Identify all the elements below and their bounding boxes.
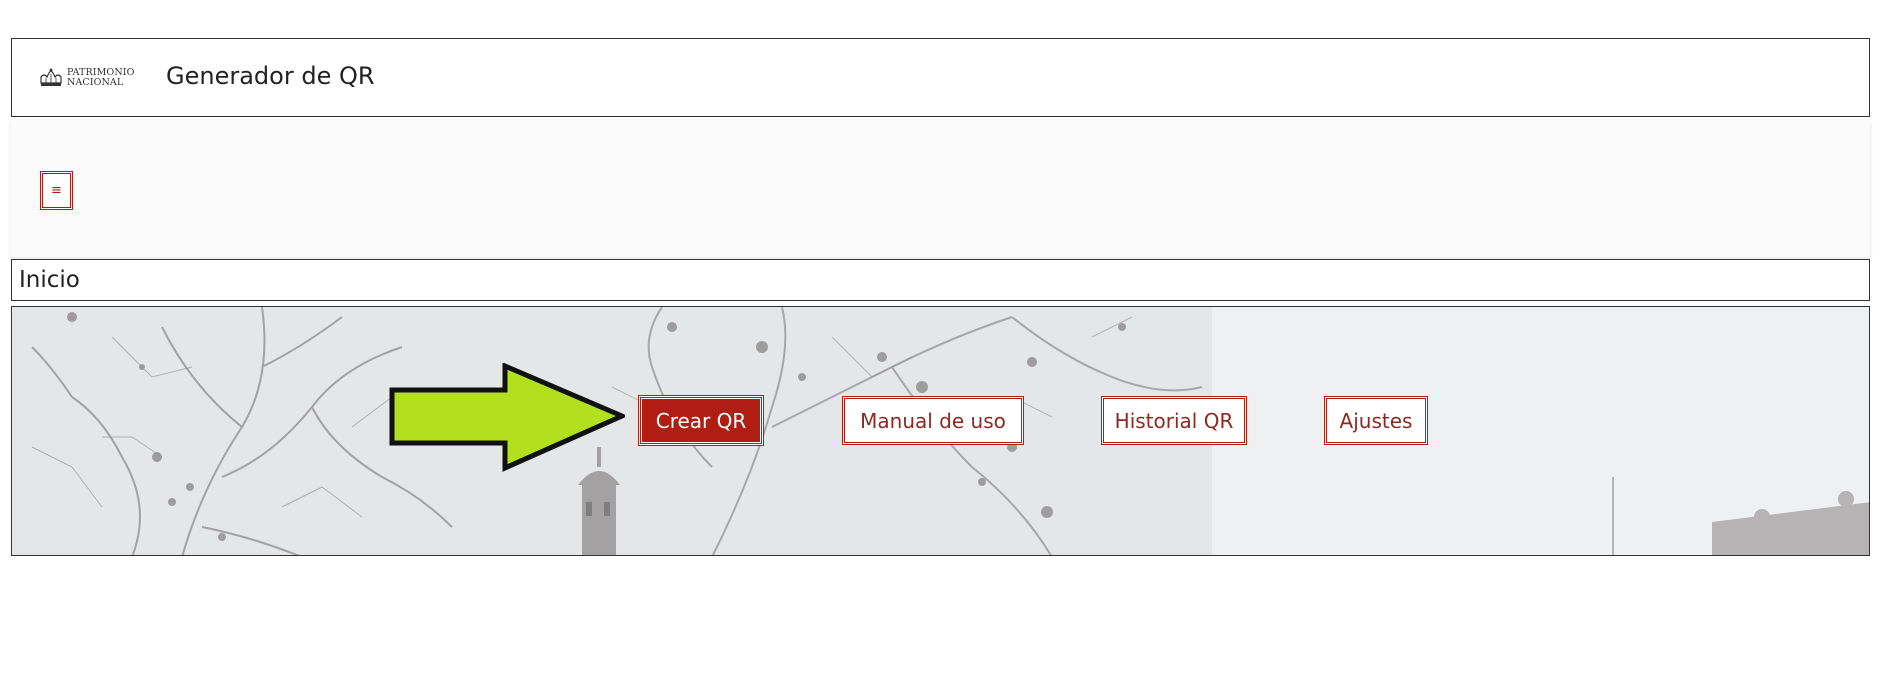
navbar: ≡ [11,120,1870,257]
green-arrow-icon [389,363,625,472]
historial-qr-label: Historial QR [1114,408,1234,433]
menu-toggle-button[interactable]: ≡ [40,171,73,210]
historial-qr-button[interactable]: Historial QR [1101,396,1247,445]
app-title: Generador de QR [166,62,375,90]
hero-banner: Crear QR Manual de uso Historial QR Ajus… [11,306,1870,556]
breadcrumb-current: Inicio [19,267,80,293]
crown-icon [40,68,62,86]
ajustes-button[interactable]: Ajustes [1324,396,1428,445]
patrimonio-nacional-logo[interactable]: PATRIMONIO NACIONAL [38,65,138,91]
breadcrumb: Inicio [11,259,1870,301]
app-header: PATRIMONIO NACIONAL Generador de QR [11,38,1870,117]
manual-de-uso-label: Manual de uso [860,408,1006,433]
manual-de-uso-button[interactable]: Manual de uso [842,396,1024,445]
crear-qr-label: Crear QR [655,408,747,433]
hamburger-icon: ≡ [51,183,62,198]
ajustes-label: Ajustes [1339,408,1413,433]
logo-wordmark: PATRIMONIO NACIONAL [67,68,134,88]
crear-qr-button[interactable]: Crear QR [638,395,764,446]
logo-line-2: NACIONAL [67,77,124,88]
